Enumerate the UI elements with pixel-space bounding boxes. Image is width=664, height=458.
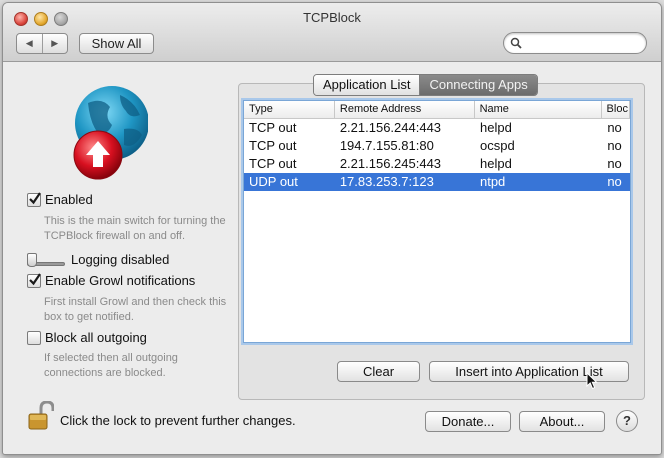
column-header-remote-address[interactable]: Remote Address	[335, 101, 475, 118]
enabled-checkbox-row[interactable]: Enabled	[27, 191, 93, 207]
table-row-selected[interactable]: UDP out 17.83.253.7:123 ntpd no	[244, 173, 630, 191]
cell-remote-address: 2.21.156.245:443	[339, 156, 442, 171]
enabled-label: Enabled	[45, 192, 93, 207]
insert-into-application-list-button[interactable]: Insert into Application List	[429, 361, 629, 382]
upload-badge-icon	[73, 130, 123, 180]
cell-name: helpd	[479, 156, 512, 171]
growl-hint: First install Growl and then check this …	[44, 296, 227, 323]
cell-type: TCP out	[249, 120, 297, 135]
forward-button[interactable]: ▶	[41, 34, 68, 53]
cell-type: TCP out	[249, 156, 297, 171]
connections-table[interactable]: Type Remote Address Name Bloc TCP out 2.…	[243, 100, 631, 343]
block-outgoing-checkbox[interactable]	[27, 330, 41, 345]
cell-remote-address: 2.21.156.244:443	[339, 120, 442, 135]
tab-control: Application List Connecting Apps	[313, 74, 538, 96]
column-header-type[interactable]: Type	[244, 101, 335, 118]
enabled-hint: This is the main switch for turning the …	[44, 215, 226, 242]
back-button[interactable]: ◀	[17, 34, 42, 53]
cell-remote-address: 194.7.155.81:80	[339, 138, 434, 153]
block-outgoing-label: Block all outgoing	[45, 330, 147, 345]
cell-name: ocspd	[479, 138, 515, 153]
tab-connecting-apps[interactable]: Connecting Apps	[420, 75, 537, 95]
search-icon	[510, 37, 522, 49]
globe-icon	[73, 86, 148, 180]
logging-row: Logging disabled	[27, 252, 169, 267]
title-bar: TCPBlock ◀ ▶ Show All	[3, 3, 661, 62]
block-outgoing-checkbox-row[interactable]: Block all outgoing	[27, 330, 147, 345]
tab-application-list[interactable]: Application List	[314, 75, 421, 95]
cell-name: helpd	[479, 120, 512, 135]
window-title: TCPBlock	[303, 10, 361, 25]
preferences-window: TCPBlock ◀ ▶ Show All Enabled This is th…	[2, 2, 662, 455]
cell-block: no	[607, 174, 622, 189]
lock-icon[interactable]	[28, 401, 54, 431]
block-outgoing-hint: If selected then all outgoing connection…	[44, 352, 178, 379]
growl-checkbox[interactable]	[27, 272, 41, 288]
logging-slider[interactable]	[27, 252, 65, 267]
help-button[interactable]: ?	[616, 410, 638, 432]
search-input[interactable]	[526, 35, 640, 51]
logging-label: Logging disabled	[71, 252, 170, 267]
donate-button[interactable]: Donate...	[425, 411, 511, 432]
checkmark-icon	[29, 272, 41, 285]
slider-knob[interactable]	[27, 252, 37, 267]
cell-name: ntpd	[479, 174, 506, 189]
table-row[interactable]: TCP out 2.21.156.244:443 helpd no	[244, 119, 630, 137]
cell-block: no	[607, 120, 622, 135]
growl-label: Enable Growl notifications	[45, 273, 196, 288]
cell-remote-address: 17.83.253.7:123	[339, 174, 434, 189]
cell-block: no	[607, 138, 622, 153]
cell-type: UDP out	[249, 174, 298, 189]
table-header: Type Remote Address Name Bloc	[244, 101, 630, 119]
lock-message: Click the lock to prevent further change…	[60, 413, 296, 428]
column-header-block[interactable]: Bloc	[602, 101, 630, 118]
cell-type: TCP out	[249, 138, 297, 153]
show-all-button[interactable]: Show All	[79, 33, 154, 54]
enabled-checkbox[interactable]	[27, 191, 41, 207]
checkmark-icon	[29, 191, 41, 204]
pointer-cursor-icon	[586, 372, 598, 390]
table-row[interactable]: TCP out 194.7.155.81:80 ocspd no	[244, 137, 630, 155]
about-button[interactable]: About...	[519, 411, 605, 432]
table-row[interactable]: TCP out 2.21.156.245:443 helpd no	[244, 155, 630, 173]
clear-button[interactable]: Clear	[337, 361, 420, 382]
cell-block: no	[607, 156, 622, 171]
growl-checkbox-row[interactable]: Enable Growl notifications	[27, 272, 196, 288]
column-header-name[interactable]: Name	[475, 101, 602, 118]
search-field[interactable]	[503, 32, 647, 54]
nav-back-forward: ◀ ▶	[16, 33, 68, 54]
